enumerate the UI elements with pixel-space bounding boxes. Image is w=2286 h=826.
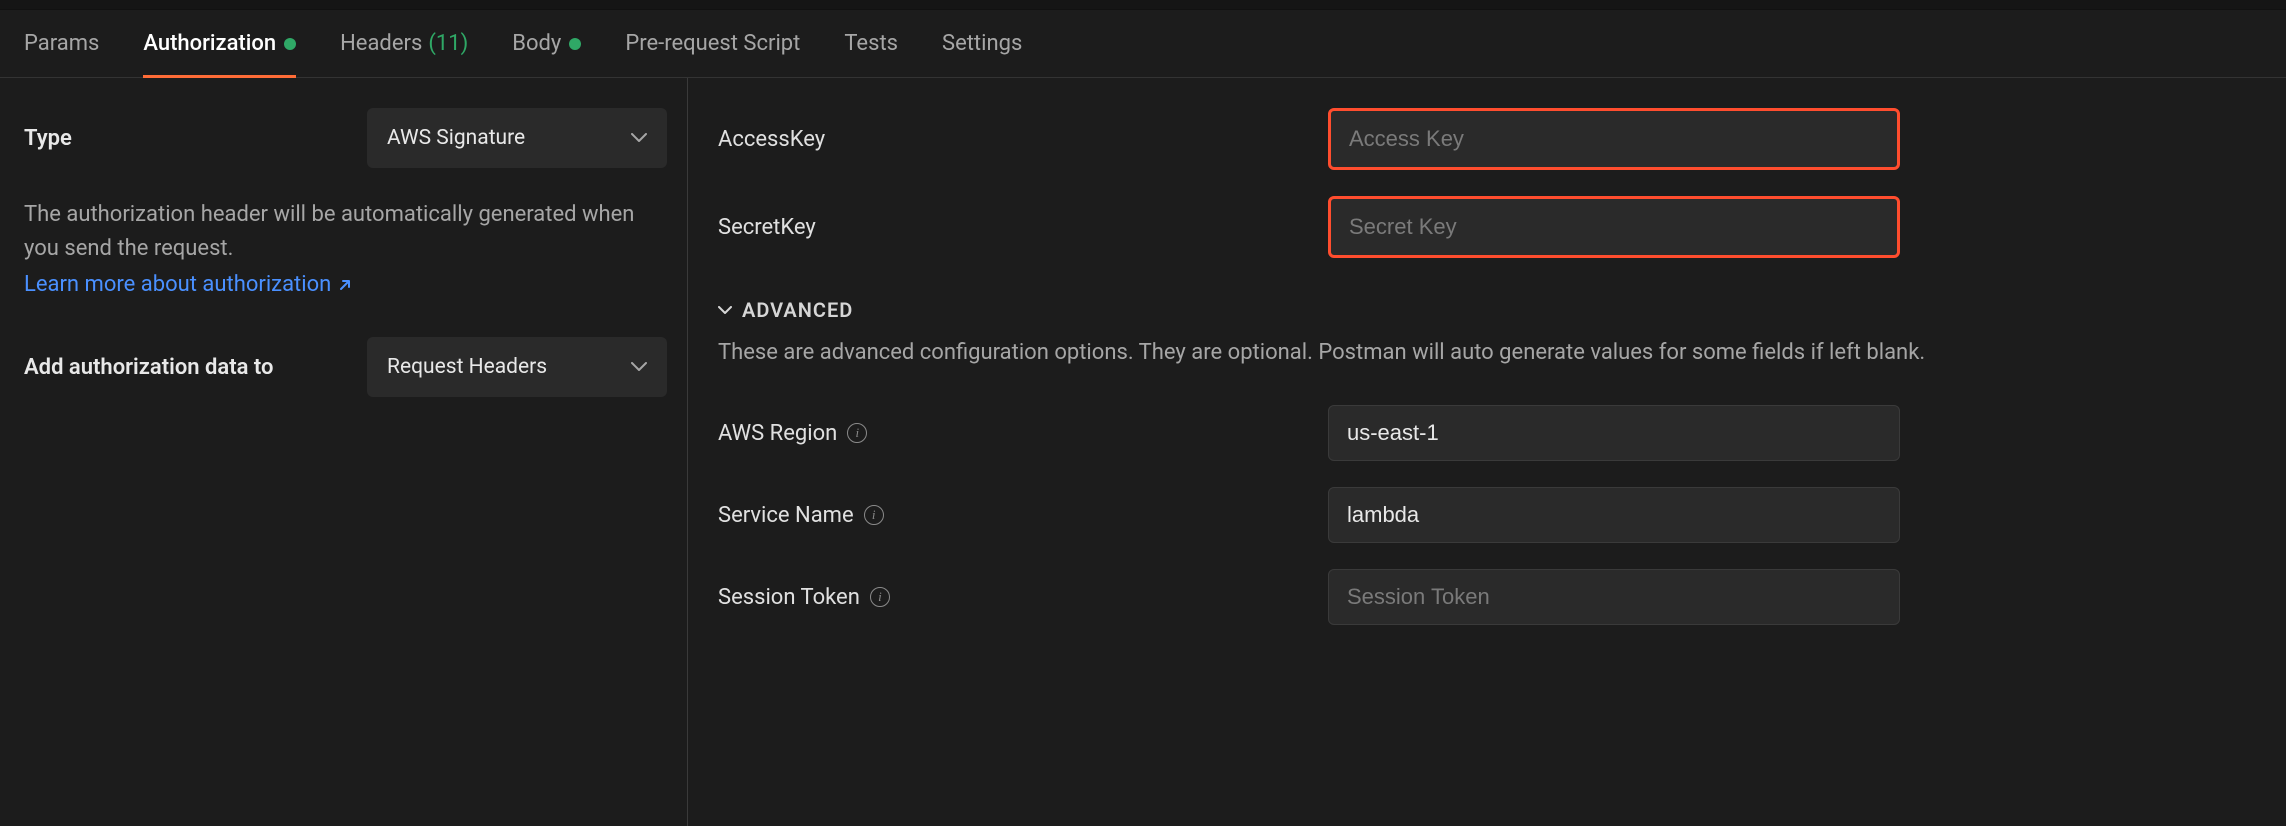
chevron-down-icon: [631, 362, 647, 372]
token-input[interactable]: [1328, 569, 1900, 625]
select-value: Request Headers: [387, 355, 547, 379]
tab-settings[interactable]: Settings: [942, 10, 1022, 77]
region-label-text: AWS Region: [718, 421, 837, 446]
info-icon[interactable]: i: [864, 505, 884, 525]
advanced-description: These are advanced configuration options…: [718, 336, 2262, 369]
secretkey-input[interactable]: [1328, 196, 1900, 258]
status-dot-icon: [569, 38, 581, 50]
type-row: Type AWS Signature: [24, 108, 667, 168]
region-row: AWS Region i: [718, 405, 2262, 461]
tab-body[interactable]: Body: [512, 10, 581, 77]
main-content: Type AWS Signature The authorization hea…: [0, 78, 2286, 826]
info-icon[interactable]: i: [847, 423, 867, 443]
tab-authorization[interactable]: Authorization: [143, 10, 296, 77]
secretkey-row: SecretKey: [718, 196, 2262, 258]
token-row: Session Token i: [718, 569, 2262, 625]
token-label-text: Session Token: [718, 585, 860, 610]
tab-label: Authorization: [143, 31, 276, 56]
service-label: Service Name i: [718, 503, 1328, 528]
tab-params[interactable]: Params: [24, 10, 99, 77]
tab-label: Tests: [844, 31, 898, 56]
service-input[interactable]: [1328, 487, 1900, 543]
tab-label: Body: [512, 31, 561, 56]
tab-label: Params: [24, 31, 99, 56]
status-dot-icon: [284, 38, 296, 50]
advanced-header-label: ADVANCED: [742, 298, 853, 322]
add-to-row: Add authorization data to Request Header…: [24, 337, 667, 397]
tab-prerequest[interactable]: Pre-request Script: [625, 10, 800, 77]
token-label: Session Token i: [718, 585, 1328, 610]
auth-type-select[interactable]: AWS Signature: [367, 108, 667, 168]
auth-description: The authorization header will be automat…: [24, 198, 654, 266]
chevron-down-icon: [631, 133, 647, 143]
select-value: AWS Signature: [387, 126, 525, 150]
advanced-toggle[interactable]: ADVANCED: [718, 298, 2262, 322]
service-row: Service Name i: [718, 487, 2262, 543]
request-tabs: Params Authorization Headers (11) Body P…: [0, 10, 2286, 78]
accesskey-input[interactable]: [1328, 108, 1900, 170]
headers-count: (11): [428, 31, 468, 56]
learn-more-link[interactable]: Learn more about authorization: [24, 272, 353, 297]
tab-tests[interactable]: Tests: [844, 10, 898, 77]
region-input[interactable]: [1328, 405, 1900, 461]
auth-fields-panel: AccessKey SecretKey ADVANCED These are a…: [688, 78, 2286, 826]
type-label: Type: [24, 126, 72, 151]
chevron-down-icon: [718, 306, 732, 315]
link-text: Learn more about authorization: [24, 272, 331, 297]
accesskey-row: AccessKey: [718, 108, 2262, 170]
add-to-select[interactable]: Request Headers: [367, 337, 667, 397]
tab-label: Settings: [942, 31, 1022, 56]
top-bar: [0, 0, 2286, 10]
service-label-text: Service Name: [718, 503, 854, 528]
info-icon[interactable]: i: [870, 587, 890, 607]
external-link-icon: [337, 277, 353, 293]
tab-headers[interactable]: Headers (11): [340, 10, 468, 77]
region-label: AWS Region i: [718, 421, 1328, 446]
secretkey-label: SecretKey: [718, 215, 1328, 240]
tab-label: Pre-request Script: [625, 31, 800, 56]
accesskey-label: AccessKey: [718, 127, 1328, 152]
add-to-label: Add authorization data to: [24, 355, 273, 380]
auth-config-panel: Type AWS Signature The authorization hea…: [0, 78, 688, 826]
tab-label: Headers: [340, 31, 422, 56]
